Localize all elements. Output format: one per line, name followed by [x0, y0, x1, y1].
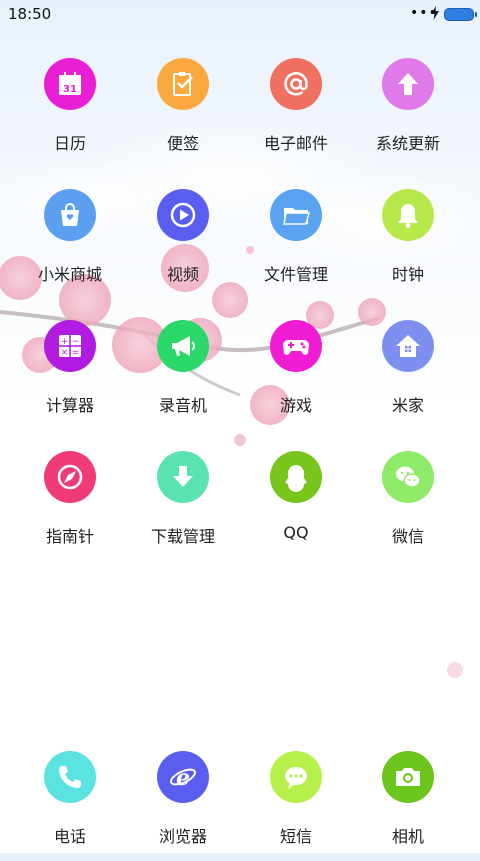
app-label: 电话	[53, 827, 86, 846]
phone-icon[interactable]	[44, 751, 96, 803]
app-phone[interactable]: 电话	[14, 751, 126, 861]
message-icon[interactable]	[270, 751, 322, 803]
status-bar: 18:50 •••	[0, 0, 480, 30]
calendar-icon[interactable]: 31	[44, 58, 96, 110]
svg-text:+: +	[61, 337, 69, 347]
download-icon[interactable]	[157, 451, 209, 503]
app-label: 浏览器	[158, 827, 207, 846]
bell-icon[interactable]	[382, 189, 434, 241]
app-at-sign[interactable]: 电子邮件	[240, 58, 352, 168]
charging-icon	[431, 6, 439, 20]
app-label: 短信	[279, 827, 312, 846]
app-label: 小米商城	[37, 265, 102, 284]
app-label: 下载管理	[150, 527, 215, 546]
svg-text:31: 31	[63, 84, 77, 95]
app-label: 游戏	[279, 396, 312, 415]
compass-icon[interactable]	[44, 451, 96, 503]
shopping-bag-icon[interactable]	[44, 189, 96, 241]
app-shopping-bag[interactable]: 小米商城	[14, 189, 126, 299]
app-label: 指南针	[45, 527, 94, 546]
app-label: 电子邮件	[263, 134, 328, 153]
app-notepad[interactable]: 便签	[127, 58, 239, 168]
app-label: 视频	[166, 265, 199, 284]
app-compass[interactable]: 指南针	[14, 451, 126, 561]
app-label: 时钟	[391, 265, 424, 284]
app-label: 便签	[166, 134, 199, 153]
app-label: 微信	[391, 527, 424, 546]
svg-text:−: −	[72, 337, 80, 347]
camera-icon[interactable]	[382, 751, 434, 803]
svg-text:=: =	[72, 348, 80, 358]
wechat-icon[interactable]	[382, 451, 434, 503]
app-gamepad[interactable]: 游戏	[240, 320, 352, 430]
app-download[interactable]: 下载管理	[127, 451, 239, 561]
home-icon[interactable]	[382, 320, 434, 372]
svg-text:×: ×	[61, 348, 69, 358]
app-label: 文件管理	[263, 265, 328, 284]
play-icon[interactable]	[157, 189, 209, 241]
app-folder[interactable]: 文件管理	[240, 189, 352, 299]
app-label: 日历	[53, 134, 86, 153]
app-home[interactable]: 米家	[352, 320, 464, 430]
status-time: 18:50	[8, 5, 52, 23]
app-calendar[interactable]: 31 日历	[14, 58, 126, 168]
app-label: 米家	[391, 396, 424, 415]
app-camera[interactable]: 相机	[352, 751, 464, 861]
app-label: 计算器	[45, 396, 94, 415]
app-play[interactable]: 视频	[127, 189, 239, 299]
app-label: 录音机	[158, 396, 207, 415]
app-wechat[interactable]: 微信	[352, 451, 464, 561]
app-label: QQ	[283, 523, 309, 542]
app-message[interactable]: 短信	[240, 751, 352, 861]
arrow-up-icon[interactable]	[382, 58, 434, 110]
qq-penguin-icon[interactable]	[270, 451, 322, 503]
app-label: 系统更新	[375, 134, 440, 153]
megaphone-icon[interactable]	[157, 320, 209, 372]
at-sign-icon[interactable]	[270, 58, 322, 110]
browser-icon[interactable]: e	[157, 751, 209, 803]
battery-icon	[444, 8, 477, 21]
app-bell[interactable]: 时钟	[352, 189, 464, 299]
folder-icon[interactable]	[270, 189, 322, 241]
app-megaphone[interactable]: 录音机	[127, 320, 239, 430]
app-arrow-up[interactable]: 系统更新	[352, 58, 464, 168]
app-qq-penguin[interactable]: QQ	[240, 451, 352, 561]
app-browser[interactable]: e 浏览器	[127, 751, 239, 861]
calculator-icon[interactable]: + − × =	[44, 320, 96, 372]
app-calculator[interactable]: + − × = 计算器	[14, 320, 126, 430]
app-label: 相机	[391, 827, 424, 846]
gamepad-icon[interactable]	[270, 320, 322, 372]
notepad-icon[interactable]	[157, 58, 209, 110]
